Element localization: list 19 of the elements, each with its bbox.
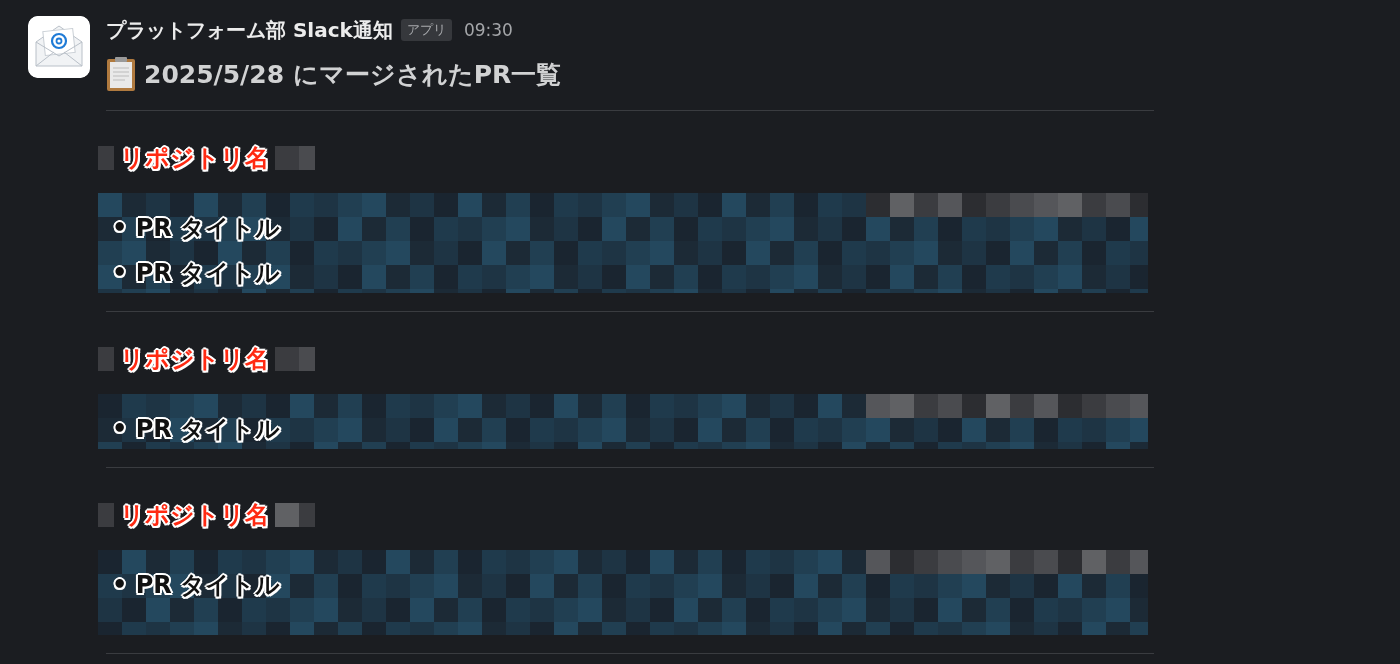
- sender-name[interactable]: プラットフォーム部 Slack通知: [106, 16, 393, 44]
- annotation-label: • PR タイトル: [112, 212, 281, 244]
- pixelated-redaction: [275, 503, 315, 527]
- pixelated-redaction: [98, 347, 114, 371]
- pixelated-redaction: [275, 146, 315, 170]
- annotation-label: • PR タイトル: [112, 569, 281, 601]
- timestamp[interactable]: 09:30: [463, 20, 513, 40]
- message-title: 2025/5/28 にマージされたPR一覧: [144, 58, 562, 91]
- pixelated-redaction: [98, 146, 114, 170]
- clipboard-icon: [106, 56, 136, 92]
- annotation-label: リポジトリ名: [120, 143, 269, 174]
- annotation-label: • PR タイトル: [112, 257, 281, 289]
- app-badge: アプリ: [400, 19, 452, 41]
- annotation-label: リポジトリ名: [120, 344, 269, 375]
- pixelated-redaction: [98, 503, 114, 527]
- annotation-label: リポジトリ名: [120, 500, 269, 531]
- envelope-icon[interactable]: [28, 16, 90, 78]
- annotation-label: • PR タイトル: [112, 413, 281, 445]
- pixelated-redaction: [275, 347, 315, 371]
